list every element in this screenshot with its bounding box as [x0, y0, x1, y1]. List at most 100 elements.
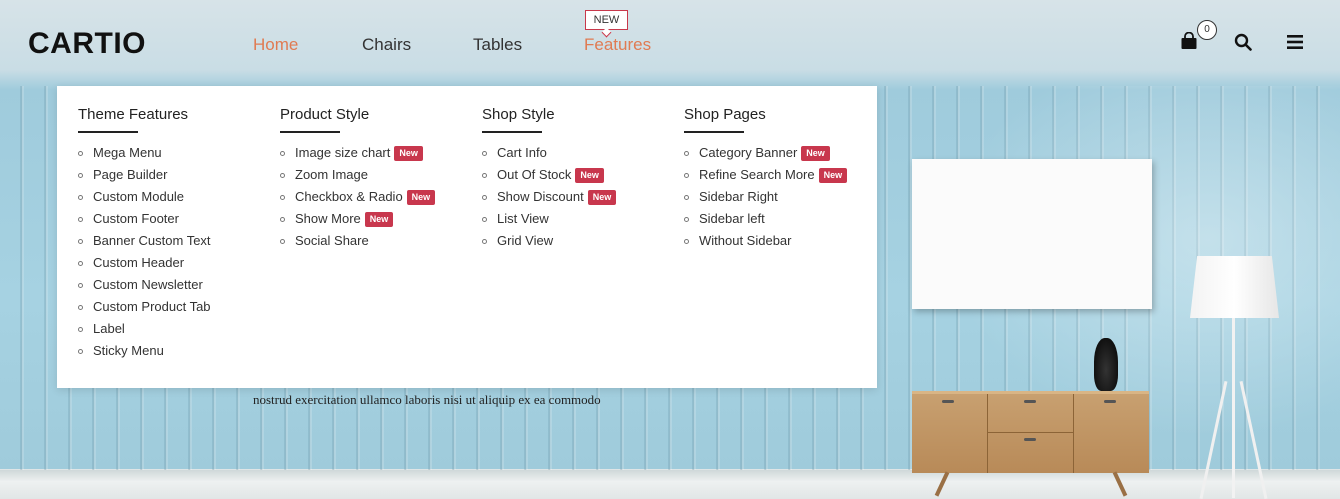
mega-menu-item-label: Page Builder — [93, 167, 168, 182]
mega-menu-item[interactable]: Out Of Stock New — [482, 165, 616, 187]
mega-menu-item[interactable]: Label — [78, 319, 211, 341]
bullet-circle-icon — [684, 173, 689, 178]
mega-menu-item-label: Sticky Menu — [93, 343, 164, 358]
nav-features[interactable]: Features — [584, 35, 651, 55]
new-tag-badge: New — [801, 146, 830, 161]
mega-menu-item[interactable]: Image size chart New — [280, 143, 435, 165]
bullet-circle-icon — [482, 151, 487, 156]
mega-menu-item-label: Out Of Stock — [497, 167, 572, 182]
mega-menu-item[interactable]: Social Share — [280, 231, 435, 253]
mega-column-title: Shop Pages — [684, 106, 766, 123]
mega-menu-item[interactable]: Sidebar left — [684, 209, 847, 231]
bullet-circle-icon — [78, 195, 83, 200]
bullet-circle-icon — [78, 239, 83, 244]
mega-menu-item[interactable]: Mega Menu — [78, 143, 211, 165]
bullet-circle-icon — [482, 217, 487, 222]
mega-column-product-style: Product Style Image size chart New Zoom Ima… — [280, 106, 436, 253]
mega-menu-list: Category Banner New Refine Search More New S… — [684, 143, 848, 253]
mega-menu-item-label: Cart Info — [497, 145, 547, 160]
mega-column-shop-pages: Shop Pages Category Banner New Refine Searc… — [684, 106, 848, 253]
mega-menu-item-label: Custom Footer — [93, 211, 179, 226]
bullet-circle-icon — [78, 173, 83, 178]
mega-menu-item[interactable]: Cart Info — [482, 143, 616, 165]
nav-new-badge: NEW — [585, 10, 628, 30]
hero-text: nostrud exercitation ullamco laboris nis… — [253, 392, 601, 407]
bullet-circle-icon — [78, 151, 83, 156]
mega-menu-item[interactable]: Custom Footer — [78, 209, 211, 231]
mega-menu-item-label: Sidebar left — [699, 211, 765, 226]
new-tag-badge: New — [394, 146, 423, 161]
mega-menu-item[interactable]: Sidebar Right — [684, 187, 847, 209]
mega-menu-item-label: Image size chart — [295, 145, 391, 160]
bullet-circle-icon — [78, 349, 83, 354]
mega-menu-item-label: Custom Product Tab — [93, 299, 211, 314]
nav-chairs[interactable]: Chairs — [362, 35, 411, 55]
bullet-circle-icon — [280, 151, 285, 156]
mega-menu-item-label: Without Sidebar — [699, 233, 792, 248]
bullet-circle-icon — [684, 239, 689, 244]
mega-menu-item-label: Custom Newsletter — [93, 277, 203, 292]
floor — [0, 470, 1340, 499]
mega-menu-item[interactable]: Custom Header — [78, 253, 211, 275]
hamburger-menu-icon[interactable] — [1287, 35, 1303, 49]
bullet-circle-icon — [482, 173, 487, 178]
mega-menu-item[interactable]: Custom Product Tab — [78, 297, 211, 319]
mega-menu-item[interactable]: Custom Newsletter — [78, 275, 211, 297]
mega-menu-item[interactable]: Banner Custom Text — [78, 231, 211, 253]
bullet-circle-icon — [280, 239, 285, 244]
site-logo[interactable]: CARTIO — [28, 27, 146, 61]
mega-menu-item-label: Mega Menu — [93, 145, 162, 160]
mega-menu-dropdown: Theme Features Mega Menu Page Builder Custo… — [57, 86, 877, 388]
mega-menu-list: Cart Info Out Of Stock New Show Discount New… — [482, 143, 617, 253]
mega-column-shop-style: Shop Style Cart Info Out Of Stock New Show D… — [482, 106, 617, 253]
bullet-circle-icon — [78, 261, 83, 266]
bullet-circle-icon — [78, 305, 83, 310]
bullet-circle-icon — [280, 217, 285, 222]
bullet-circle-icon — [684, 217, 689, 222]
mega-menu-item[interactable]: Checkbox & Radio New — [280, 187, 436, 209]
mega-menu-item[interactable]: Custom Module — [78, 187, 211, 209]
bullet-circle-icon — [280, 195, 285, 200]
shopping-bag-icon[interactable] — [1180, 31, 1198, 50]
cart-count-badge: 0 — [1197, 20, 1217, 40]
new-tag-badge: New — [406, 190, 436, 205]
mega-menu-item-label: Custom Header — [93, 255, 185, 270]
mega-menu-item[interactable]: Show Discount New — [482, 187, 617, 209]
mega-menu-item[interactable]: Sticky Menu — [78, 341, 211, 363]
mega-menu-item[interactable]: Category Banner New — [684, 143, 847, 165]
mega-menu-item-label: Sidebar Right — [699, 189, 778, 204]
mega-menu-item-label: Social Share — [295, 233, 369, 248]
bullet-circle-icon — [684, 195, 689, 200]
mega-menu-item[interactable]: Page Builder — [78, 165, 211, 187]
mega-menu-item[interactable]: Refine Search More New — [684, 165, 848, 187]
mega-column-theme-features: Theme Features Mega Menu Page Builder Custo… — [78, 106, 211, 363]
new-tag-badge: New — [587, 190, 617, 205]
mega-menu-item-label: Show More — [295, 211, 361, 226]
mega-menu-item[interactable]: Without Sidebar — [684, 231, 847, 253]
mega-menu-list: Mega Menu Page Builder Custom Module Custom… — [78, 143, 211, 363]
mega-menu-list: Image size chart New Zoom Image Checkbox & … — [280, 143, 436, 253]
new-tag-badge: New — [575, 168, 604, 183]
bullet-circle-icon — [280, 173, 285, 178]
mega-menu-item-label: Banner Custom Text — [93, 233, 211, 248]
mega-column-title: Product Style — [280, 106, 370, 123]
title-underline — [78, 131, 138, 133]
mega-menu-item[interactable]: Zoom Image — [280, 165, 435, 187]
mega-menu-item-label: Custom Module — [93, 189, 185, 204]
mega-menu-item-label: List View — [497, 211, 549, 226]
mega-menu-item-label: Refine Search More — [699, 167, 815, 182]
wall-canvas-image — [912, 159, 1152, 309]
nav-home[interactable]: Home — [253, 35, 298, 55]
sideboard-image — [912, 391, 1149, 473]
new-tag-badge: New — [364, 212, 394, 227]
mega-menu-item[interactable]: Grid View — [482, 231, 616, 253]
mega-menu-item-label: Category Banner — [699, 145, 798, 160]
mega-menu-item[interactable]: Show More New — [280, 209, 435, 231]
mega-menu-item-label: Checkbox & Radio — [295, 189, 403, 204]
bullet-circle-icon — [78, 283, 83, 288]
search-icon[interactable] — [1234, 33, 1252, 51]
mega-column-title: Shop Style — [482, 106, 555, 123]
nav-tables[interactable]: Tables — [473, 35, 522, 55]
mega-menu-item[interactable]: List View — [482, 209, 616, 231]
bullet-circle-icon — [78, 217, 83, 222]
